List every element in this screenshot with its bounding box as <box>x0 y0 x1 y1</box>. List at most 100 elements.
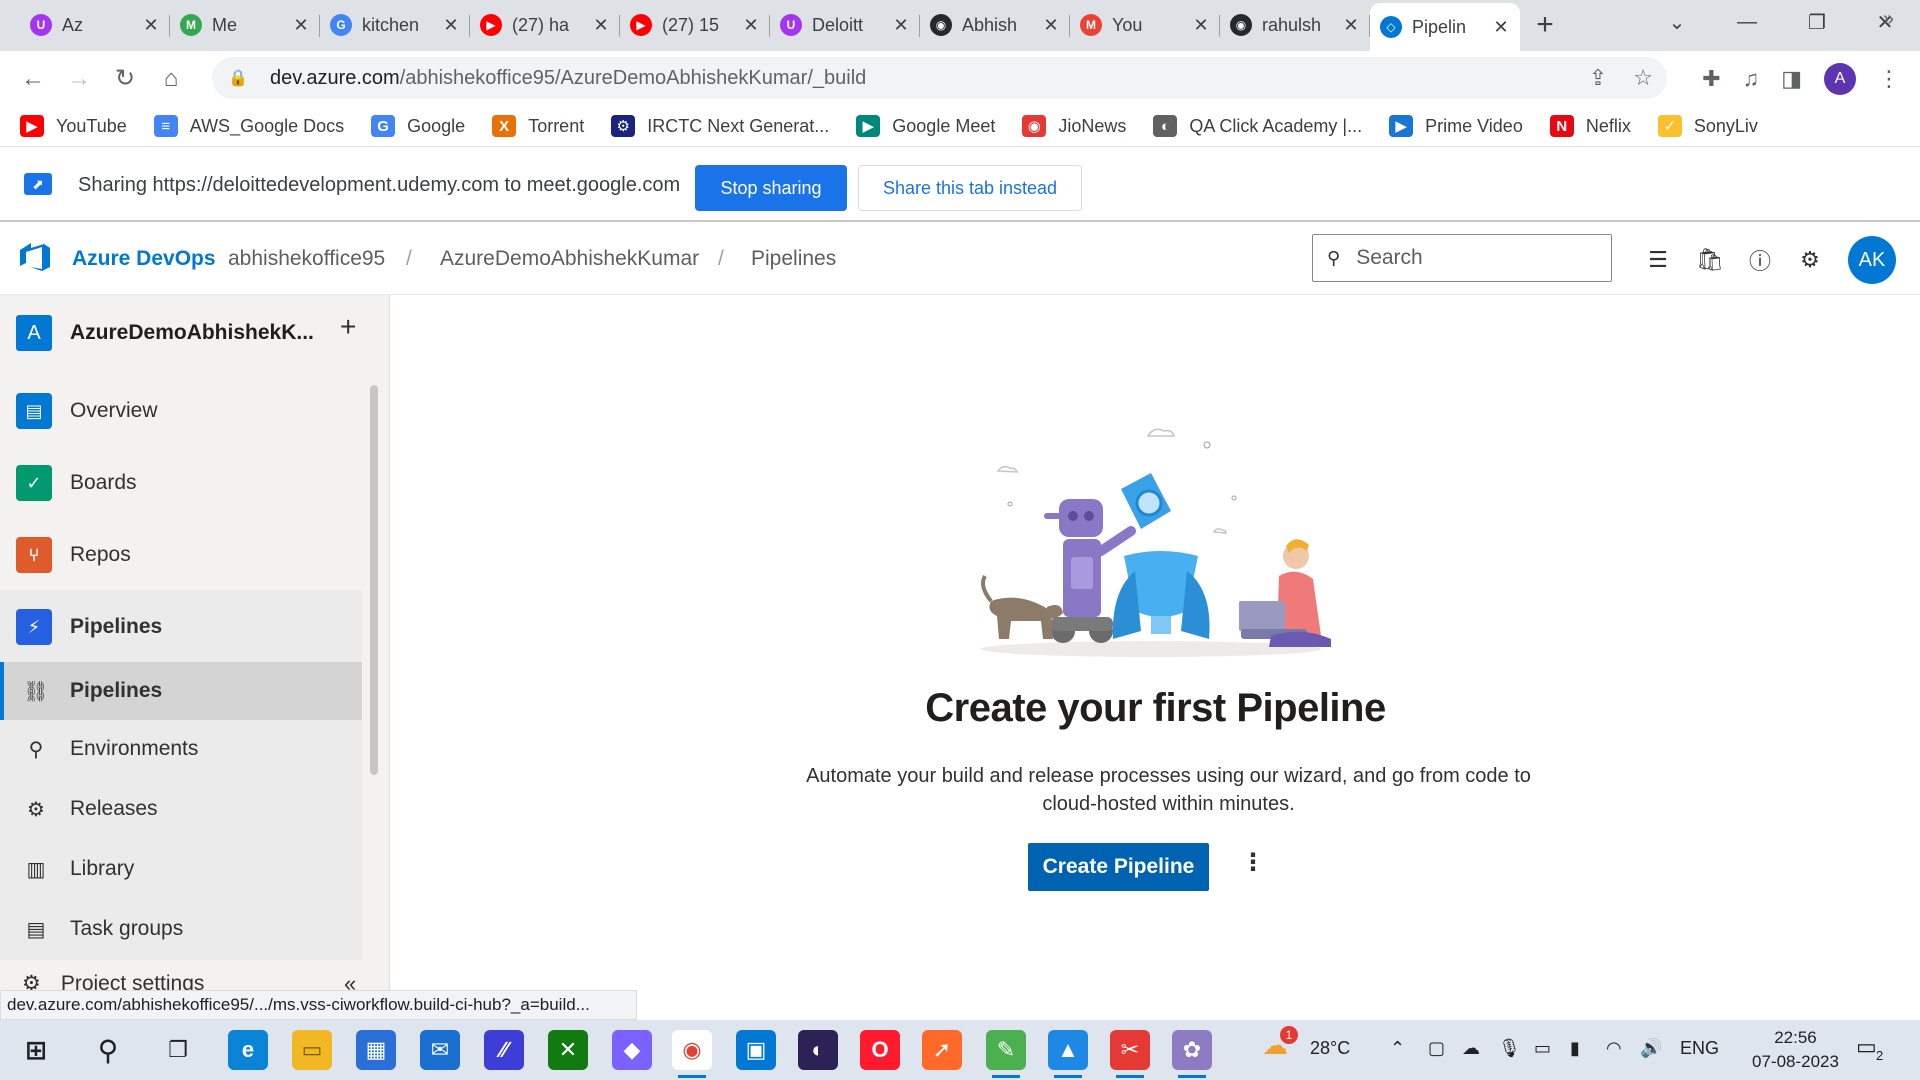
browser-tab[interactable]: ◉ rahulsh ✕ <box>1220 3 1370 47</box>
more-options-icon[interactable]: ⋮ <box>1241 848 1265 877</box>
extensions-icon[interactable]: ✚ <box>1702 66 1720 92</box>
edge-icon[interactable]: e <box>228 1030 268 1070</box>
azure-devops-logo-icon[interactable] <box>18 240 52 274</box>
copilot-icon[interactable]: ◆ <box>612 1030 652 1070</box>
browser-menu-icon[interactable]: ⋮ <box>1878 66 1900 92</box>
reload-icon[interactable]: ↻ <box>102 59 148 99</box>
bookmark-item[interactable]: ⚙ IRCTC Next Generat... <box>611 115 829 137</box>
browser-tab[interactable]: U Deloitt ✕ <box>770 3 920 47</box>
tab-close-icon[interactable]: ✕ <box>142 15 160 36</box>
battery-icon[interactable]: ▮ <box>1570 1038 1580 1059</box>
meet-now-icon[interactable]: ▢ <box>1428 1038 1445 1059</box>
bookmark-item[interactable]: ≡ AWS_Google Docs <box>153 115 344 137</box>
file-explorer-icon[interactable]: ▭ <box>292 1030 332 1070</box>
sub-item-pipelines[interactable]: ⛓ Pipelines <box>0 662 362 720</box>
onedrive-icon[interactable]: ☁ <box>1462 1038 1480 1059</box>
work-items-icon[interactable]: ☰ <box>1644 246 1672 274</box>
tab-close-icon[interactable]: ✕ <box>1042 15 1060 36</box>
volume-icon[interactable]: 🔊 <box>1640 1038 1662 1059</box>
forward-icon[interactable]: → <box>56 59 102 99</box>
weather-temp[interactable]: 28°C <box>1310 1038 1350 1059</box>
back-icon[interactable]: ← <box>10 59 56 99</box>
photos-icon[interactable]: ▲ <box>1048 1030 1088 1078</box>
user-settings-icon[interactable]: ⚙ <box>1796 246 1824 274</box>
bookmark-item[interactable]: ◐ QA Click Academy |... <box>1153 115 1362 137</box>
bookmark-item[interactable]: N Neflix <box>1549 115 1631 137</box>
notifications-icon[interactable]: ▭ <box>1856 1034 1877 1060</box>
opera-icon[interactable]: O <box>860 1030 900 1070</box>
sub-item-environments[interactable]: ⚲ Environments <box>0 720 362 778</box>
microphone-icon[interactable]: 🎙 <box>1498 1038 1521 1059</box>
nav-item-repos[interactable]: ⑂ Repos <box>0 525 362 585</box>
ado-brand[interactable]: Azure DevOps <box>72 247 216 271</box>
user-avatar[interactable]: AK <box>1848 236 1896 284</box>
tab-close-icon[interactable]: ✕ <box>592 15 610 36</box>
postman-icon[interactable]: ➚ <box>922 1030 962 1070</box>
bookmark-item[interactable]: ▶ YouTube <box>20 115 127 137</box>
bookmark-item[interactable]: ▶ Prime Video <box>1389 115 1523 137</box>
tab-close-icon[interactable]: ✕ <box>742 15 760 36</box>
bookmark-item[interactable]: G Google <box>371 115 465 137</box>
nav-item-pipelines[interactable]: ⚡ Pipelines <box>0 597 362 657</box>
taskbar-search-icon[interactable]: ⚲ <box>88 1030 128 1070</box>
help-icon[interactable]: ⓘ <box>1746 246 1774 274</box>
create-pipeline-button[interactable]: Create Pipeline <box>1028 843 1209 891</box>
breadcrumb-project[interactable]: AzureDemoAbhishekKumar <box>440 247 699 271</box>
search-input[interactable]: ⚲ Search <box>1312 234 1612 282</box>
add-icon[interactable]: + <box>340 311 356 343</box>
tab-close-icon[interactable]: ✕ <box>442 15 460 36</box>
display-icon[interactable]: ▭ <box>1534 1038 1551 1059</box>
restore-icon[interactable]: ❐ <box>1782 0 1852 44</box>
nav-item-boards[interactable]: ✓ Boards <box>0 453 362 513</box>
tab-close-icon[interactable]: ✕ <box>892 15 910 36</box>
stop-sharing-button[interactable]: Stop sharing <box>695 165 847 211</box>
bookmark-item[interactable]: ▶ Google Meet <box>856 115 995 137</box>
xbox-icon[interactable]: ✕ <box>548 1030 588 1070</box>
minimize-icon[interactable]: — <box>1712 0 1782 44</box>
remote-desktop-icon[interactable]: ▣ <box>736 1030 776 1070</box>
nav-item-overview[interactable]: ▤ Overview <box>0 381 362 441</box>
tab-close-icon[interactable]: ✕ <box>1492 17 1510 38</box>
share-page-icon[interactable]: ⇪ <box>1589 65 1607 91</box>
bookmarks-more-icon[interactable]: » <box>1883 8 1894 31</box>
address-bar[interactable]: 🔒 dev.azure.com/abhishekoffice95/AzureDe… <box>212 57 1667 99</box>
tab-search-icon[interactable]: ⌄ <box>1642 0 1712 44</box>
eclipse-icon[interactable]: ◐ <box>798 1030 838 1070</box>
sub-item-library[interactable]: ▥ Library <box>0 840 362 898</box>
mail-icon[interactable]: ✉ <box>420 1030 460 1070</box>
breadcrumb-page[interactable]: Pipelines <box>751 247 836 271</box>
browser-tab[interactable]: ▶ (27) 15 ✕ <box>620 3 770 47</box>
sidebar-scrollbar[interactable] <box>370 385 378 775</box>
wifi-icon[interactable]: ◠ <box>1606 1038 1622 1059</box>
bookmark-item[interactable]: ✓ SonyLiv <box>1657 115 1758 137</box>
task-view-icon[interactable]: ❐ <box>158 1030 198 1070</box>
power-automate-icon[interactable]: ∕∕ <box>484 1030 524 1070</box>
tab-close-icon[interactable]: ✕ <box>1192 15 1210 36</box>
notepad-plus-icon[interactable]: ✎ <box>986 1030 1026 1078</box>
windows-start-icon[interactable]: ⊞ <box>16 1030 56 1070</box>
snipping-tool-icon[interactable]: ✂ <box>1110 1030 1150 1078</box>
browser-tab[interactable]: ▶ (27) ha ✕ <box>470 3 620 47</box>
chrome-icon[interactable]: ◉ <box>672 1030 712 1078</box>
tab-close-icon[interactable]: ✕ <box>292 15 310 36</box>
sub-item-task-groups[interactable]: ▤ Task groups <box>0 900 362 958</box>
show-hidden-icons-icon[interactable]: ⌃ <box>1390 1038 1405 1059</box>
browser-tab[interactable]: M Me ✕ <box>170 3 320 47</box>
side-panel-icon[interactable]: ◨ <box>1781 66 1802 92</box>
bookmark-item[interactable]: ◉ JioNews <box>1022 115 1126 137</box>
profile-avatar[interactable]: A <box>1824 62 1856 95</box>
tab-close-icon[interactable]: ✕ <box>1342 15 1360 36</box>
bookmark-item[interactable]: X Torrent <box>492 115 584 137</box>
sub-item-releases[interactable]: ⚙ Releases <box>0 780 362 838</box>
share-this-tab-button[interactable]: Share this tab instead <box>858 165 1082 211</box>
browser-tab[interactable]: M You ✕ <box>1070 3 1220 47</box>
browser-tab[interactable]: ◇ Pipelin ✕ <box>1370 3 1520 51</box>
project-selector[interactable]: A AzureDemoAbhishekK... <box>16 313 314 353</box>
browser-tab[interactable]: U Az ✕ <box>20 3 170 47</box>
browser-tab[interactable]: ◉ Abhish ✕ <box>920 3 1070 47</box>
bookmark-star-icon[interactable]: ☆ <box>1633 65 1653 91</box>
home-icon[interactable]: ⌂ <box>148 59 194 99</box>
paint-icon[interactable]: ✿ <box>1172 1030 1212 1078</box>
store-icon[interactable]: ▦ <box>356 1030 396 1070</box>
language-indicator[interactable]: ENG <box>1680 1038 1719 1059</box>
